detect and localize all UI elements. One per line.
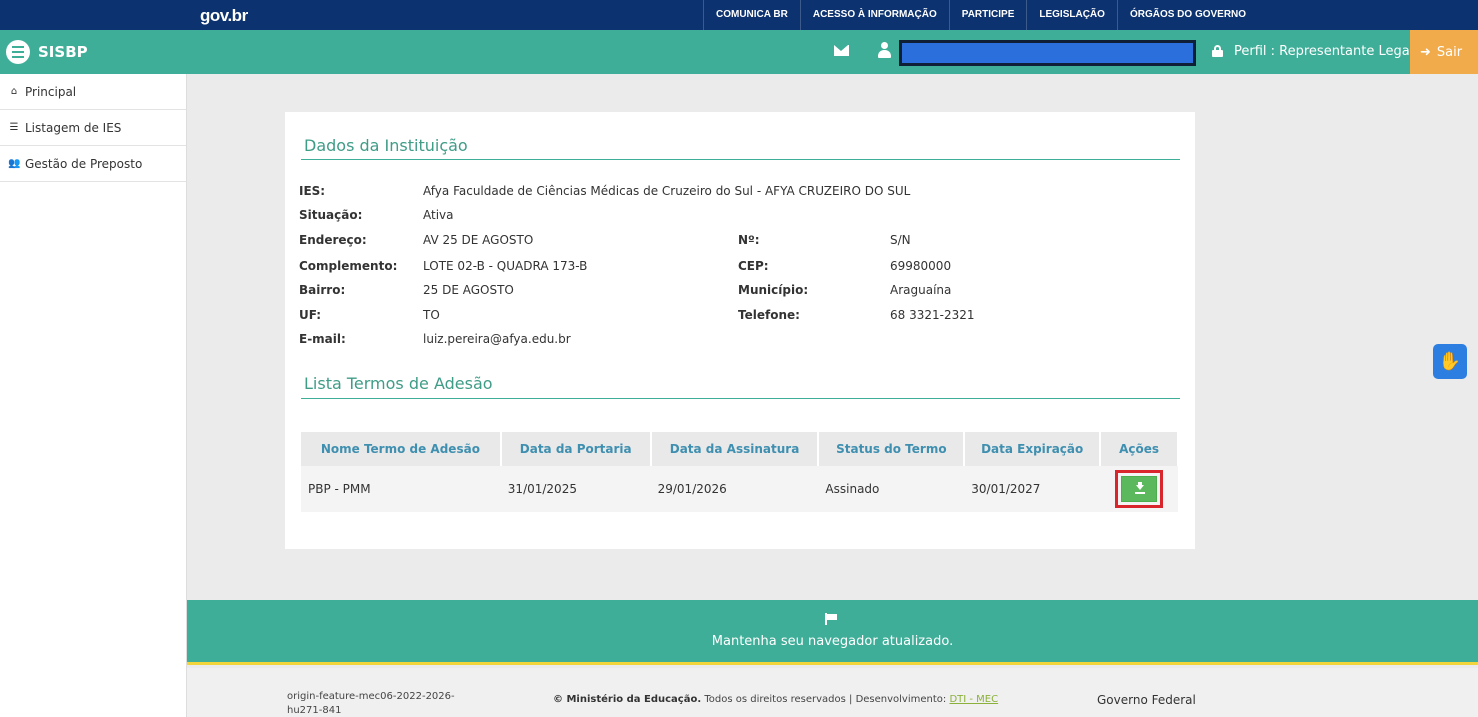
col-nome-termo: Nome Termo de Adesão bbox=[301, 432, 502, 466]
cell-data-assinatura: 29/01/2026 bbox=[650, 466, 819, 512]
sidebar-item-label: Gestão de Preposto bbox=[25, 156, 143, 171]
complemento-value: LOTE 02-B - QUADRA 173-B bbox=[423, 259, 588, 273]
profile-label: Perfil : Representante Legal bbox=[1234, 44, 1414, 59]
cep-value: 69980000 bbox=[890, 259, 952, 273]
col-data-expiracao: Data Expiração bbox=[964, 432, 1102, 466]
gov-link-orgaos[interactable]: ÓRGÃOS DO GOVERNO bbox=[1116, 0, 1258, 30]
footer-banner: Mantenha seu navegador atualizado. bbox=[187, 600, 1478, 665]
endereco-value: AV 25 DE AGOSTO bbox=[423, 233, 534, 247]
bairro-value: 25 DE AGOSTO bbox=[423, 283, 514, 297]
envelope-icon[interactable] bbox=[834, 45, 849, 56]
gov-link-legislacao[interactable]: LEGISLAÇÃO bbox=[1026, 0, 1117, 30]
footer-bottom: origin-feature-mec06-2022-2026-hu271-841… bbox=[187, 668, 1478, 717]
sidebar-item-label: Listagem de IES bbox=[25, 120, 122, 135]
section-divider bbox=[301, 398, 1180, 399]
sidebar-item-label: Principal bbox=[25, 84, 77, 99]
hamburger-menu-icon[interactable] bbox=[6, 40, 30, 64]
user-name-field-redacted bbox=[899, 40, 1196, 66]
sign-out-icon: ➜ bbox=[1420, 44, 1431, 60]
gov-link-participe[interactable]: PARTICIPE bbox=[948, 0, 1027, 30]
section-divider bbox=[301, 159, 1180, 160]
dti-mec-link[interactable]: DTI - MEC bbox=[949, 694, 998, 705]
user-icon[interactable] bbox=[877, 42, 891, 60]
sidebar-item-principal[interactable]: ⌂ Principal bbox=[0, 74, 186, 110]
copyright-text: © Ministério da Educação. Todos os direi… bbox=[553, 694, 998, 705]
municipio-value: Araguaína bbox=[890, 283, 952, 297]
cell-data-expiracao: 30/01/2027 bbox=[964, 466, 1101, 512]
numero-value: S/N bbox=[890, 233, 911, 247]
browser-update-message: Mantenha seu navegador atualizado. bbox=[711, 634, 954, 649]
cell-status-termo: Assinado bbox=[818, 466, 965, 512]
cep-label: CEP: bbox=[738, 259, 769, 273]
bairro-label: Bairro: bbox=[299, 283, 346, 297]
sidebar: ⌂ Principal ☰ Listagem de IES 👥 Gestão d… bbox=[0, 74, 187, 717]
municipio-label: Município: bbox=[738, 283, 809, 297]
app-brand[interactable]: SISBP bbox=[38, 43, 88, 61]
download-button[interactable] bbox=[1121, 476, 1158, 502]
home-icon: ⌂ bbox=[10, 85, 18, 97]
flag-icon bbox=[825, 613, 837, 625]
copyright-rights: Todos os direitos reservados | Desenvolv… bbox=[701, 694, 950, 705]
sidebar-item-gestao-preposto[interactable]: 👥 Gestão de Preposto bbox=[0, 146, 186, 182]
complemento-label: Complemento: bbox=[299, 259, 398, 273]
app-header: SISBP Perfil : Representante Legal ➜ Sai… bbox=[0, 30, 1478, 74]
version-text: origin-feature-mec06-2022-2026-hu271-841 bbox=[287, 691, 455, 716]
institution-title: Dados da Instituição bbox=[304, 136, 468, 155]
highlight-box bbox=[1115, 470, 1164, 508]
governo-federal-label: Governo Federal bbox=[1097, 693, 1196, 707]
institution-card: Dados da Instituição IES: Afya Faculdade… bbox=[285, 112, 1195, 549]
ies-value: Afya Faculdade de Ciências Médicas de Cr… bbox=[423, 184, 911, 198]
sign-language-accessibility-icon[interactable]: ✋ bbox=[1433, 344, 1467, 379]
terms-title: Lista Termos de Adesão bbox=[304, 374, 493, 393]
uf-label: UF: bbox=[299, 308, 322, 322]
col-acoes: Ações bbox=[1100, 432, 1179, 466]
gov-link-comunica[interactable]: COMUNICA BR bbox=[703, 0, 800, 30]
col-data-assinatura: Data da Assinatura bbox=[650, 432, 820, 466]
gov-links: COMUNICA BR ACESSO À INFORMAÇÃO PARTICIP… bbox=[703, 0, 1258, 30]
gov-link-acesso[interactable]: ACESSO À INFORMAÇÃO bbox=[799, 0, 949, 30]
terms-table: Nome Termo de Adesão Data da Portaria Da… bbox=[301, 432, 1179, 512]
logout-label: Sair bbox=[1436, 44, 1463, 60]
telefone-value: 68 3321-2321 bbox=[890, 308, 975, 322]
email-value: luiz.pereira@afya.edu.br bbox=[423, 332, 571, 346]
situacao-label: Situação: bbox=[299, 208, 363, 222]
table-row: PBP - PMM 31/01/2025 29/01/2026 Assinado… bbox=[301, 466, 1178, 512]
gov-bar: gov.br COMUNICA BR ACESSO À INFORMAÇÃO P… bbox=[0, 0, 1478, 30]
ies-label: IES: bbox=[299, 184, 326, 198]
cell-nome-termo: PBP - PMM bbox=[301, 466, 501, 512]
col-status-termo: Status do Termo bbox=[818, 432, 966, 466]
numero-label: Nº: bbox=[738, 233, 760, 247]
list-icon: ☰ bbox=[9, 121, 19, 133]
lock-icon bbox=[1212, 45, 1223, 57]
situacao-value: Ativa bbox=[423, 208, 454, 222]
govbr-logo[interactable]: gov.br bbox=[200, 6, 248, 26]
users-icon: 👥 bbox=[8, 157, 21, 169]
sidebar-item-listagem-ies[interactable]: ☰ Listagem de IES bbox=[0, 110, 186, 146]
col-data-portaria: Data da Portaria bbox=[500, 432, 652, 466]
copyright-owner: © Ministério da Educação. bbox=[553, 694, 702, 705]
table-header-row: Nome Termo de Adesão Data da Portaria Da… bbox=[301, 432, 1179, 466]
email-label: E-mail: bbox=[299, 332, 346, 346]
cell-data-portaria: 31/01/2025 bbox=[500, 466, 651, 512]
uf-value: TO bbox=[423, 308, 440, 322]
telefone-label: Telefone: bbox=[738, 308, 800, 322]
endereco-label: Endereço: bbox=[299, 233, 367, 247]
logout-button[interactable]: ➜ Sair bbox=[1410, 30, 1478, 74]
cell-acoes bbox=[1100, 466, 1178, 512]
